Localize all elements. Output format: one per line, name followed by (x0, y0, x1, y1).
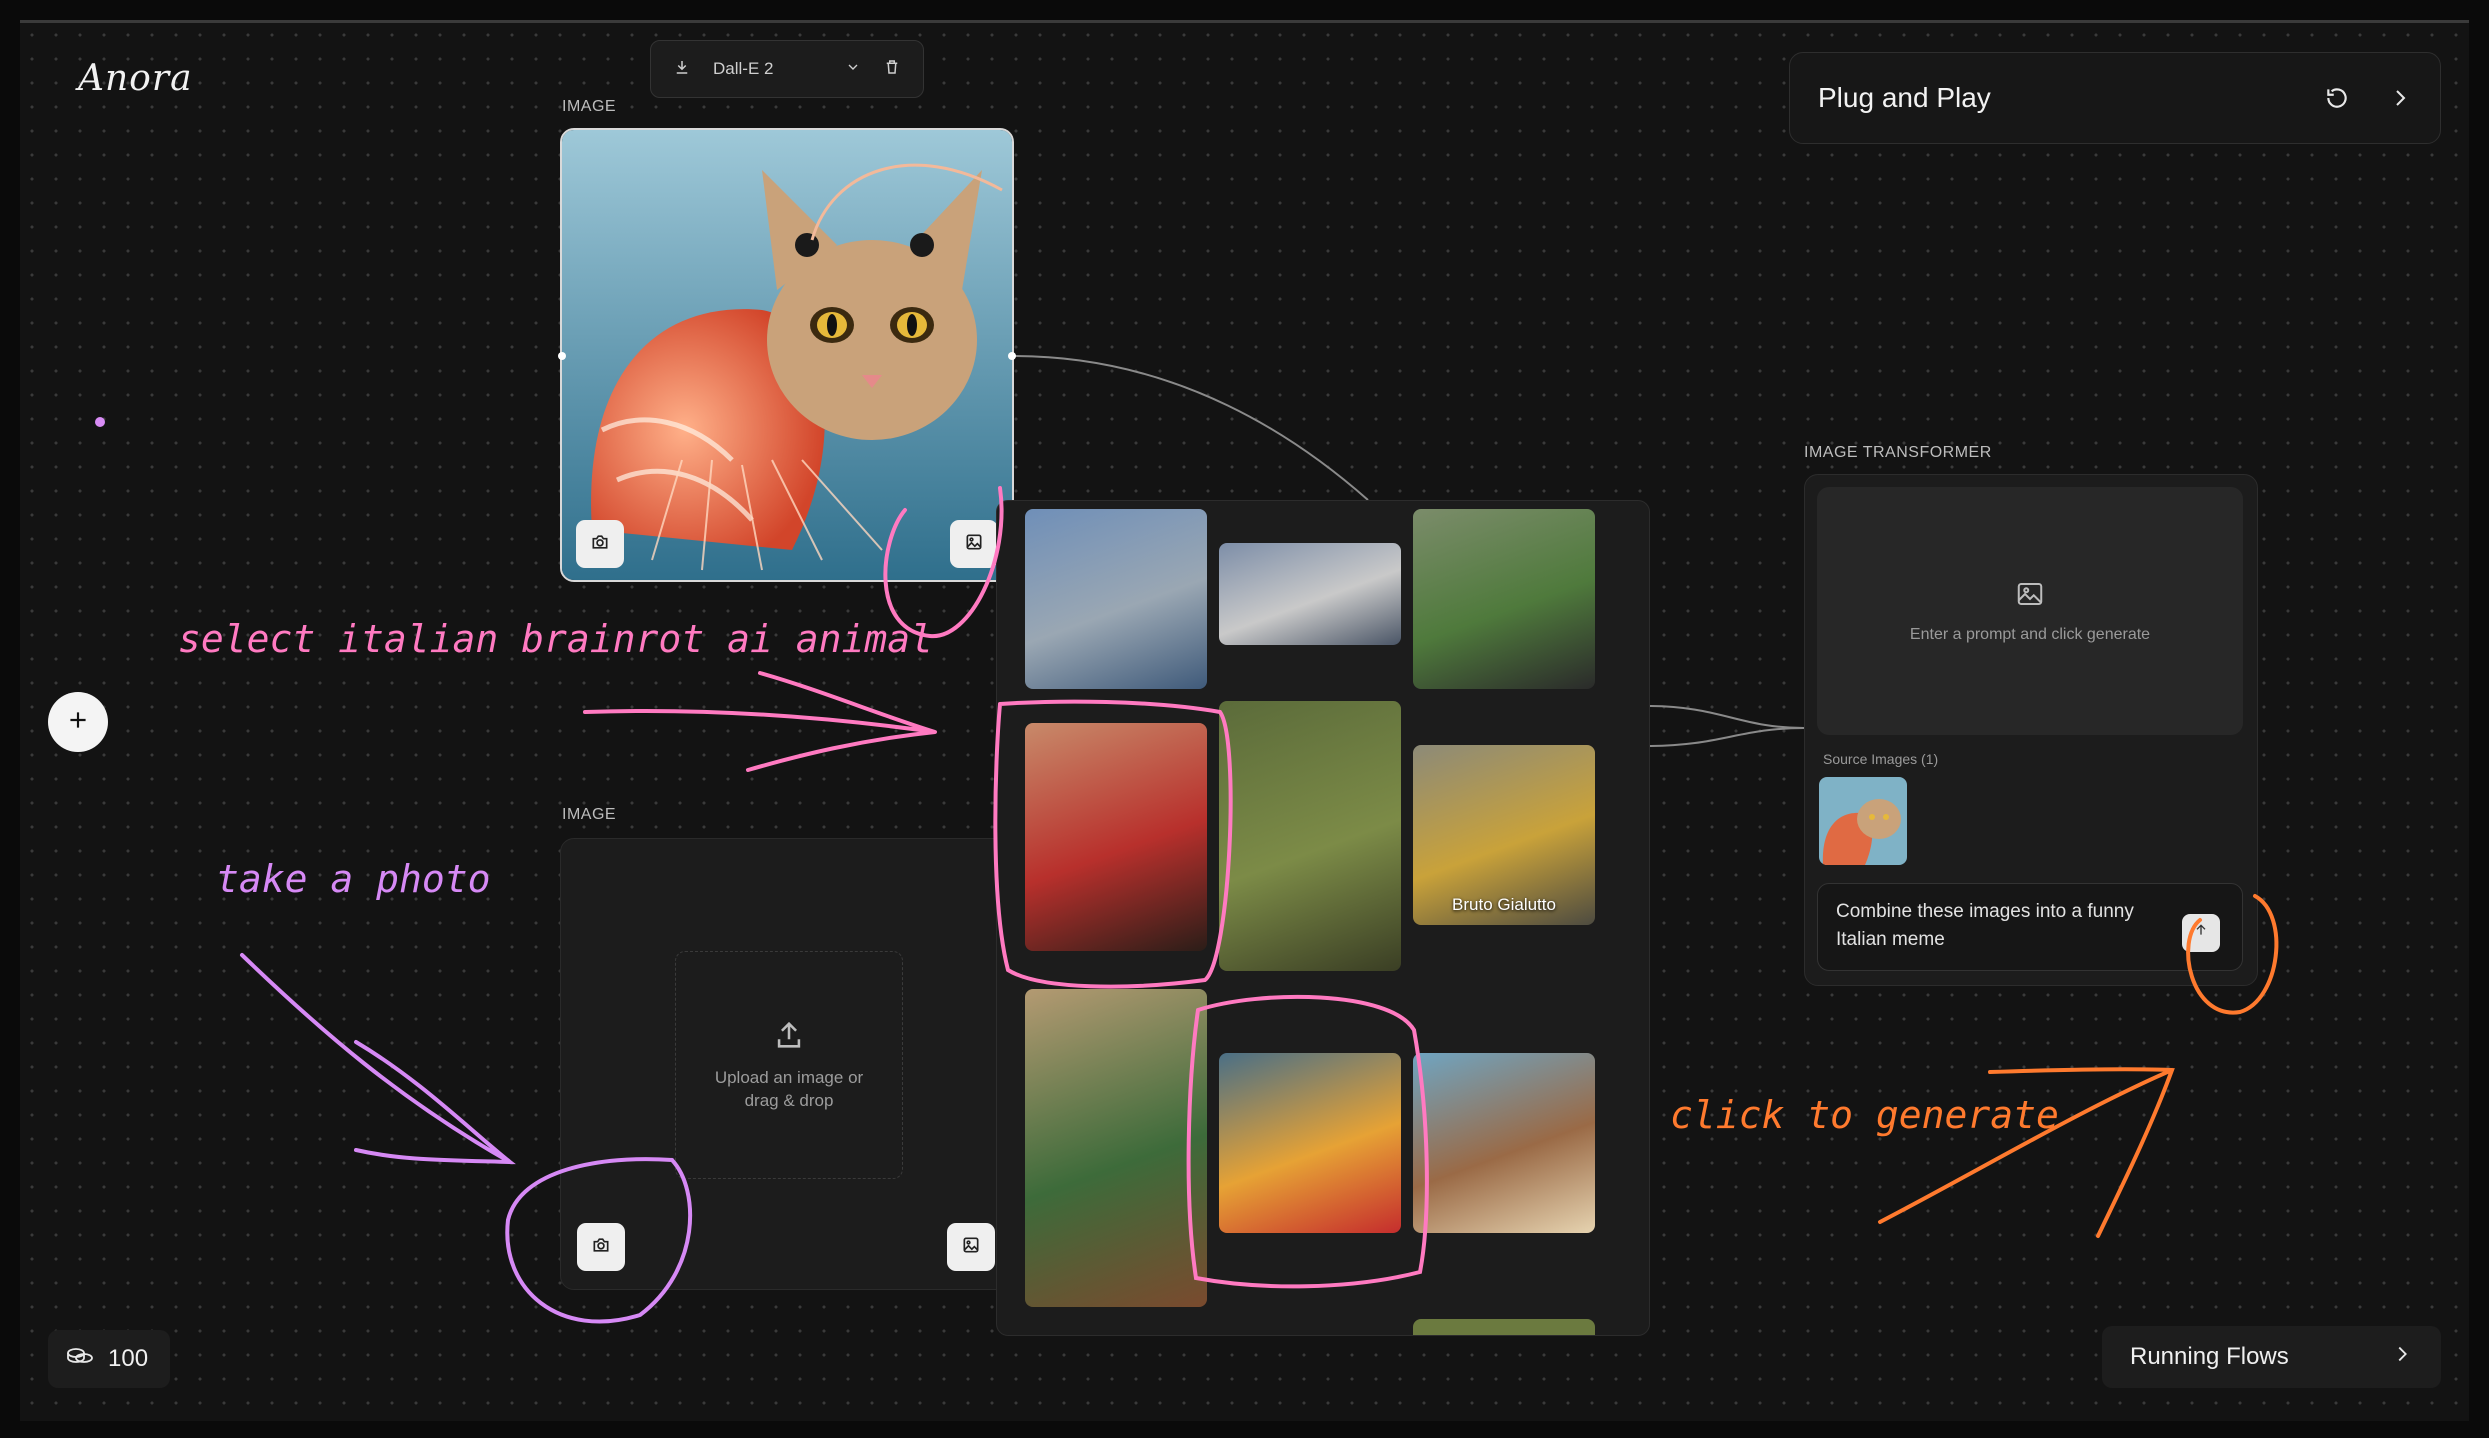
annotation-select-text: select italian brainrot ai animal (178, 617, 933, 661)
annotation-photo-text: take a photo (216, 857, 491, 901)
annotation-overlay: select italian brainrot ai animal take a… (178, 486, 2279, 1324)
annotation-generate-text: click to generate (1670, 1093, 2059, 1137)
